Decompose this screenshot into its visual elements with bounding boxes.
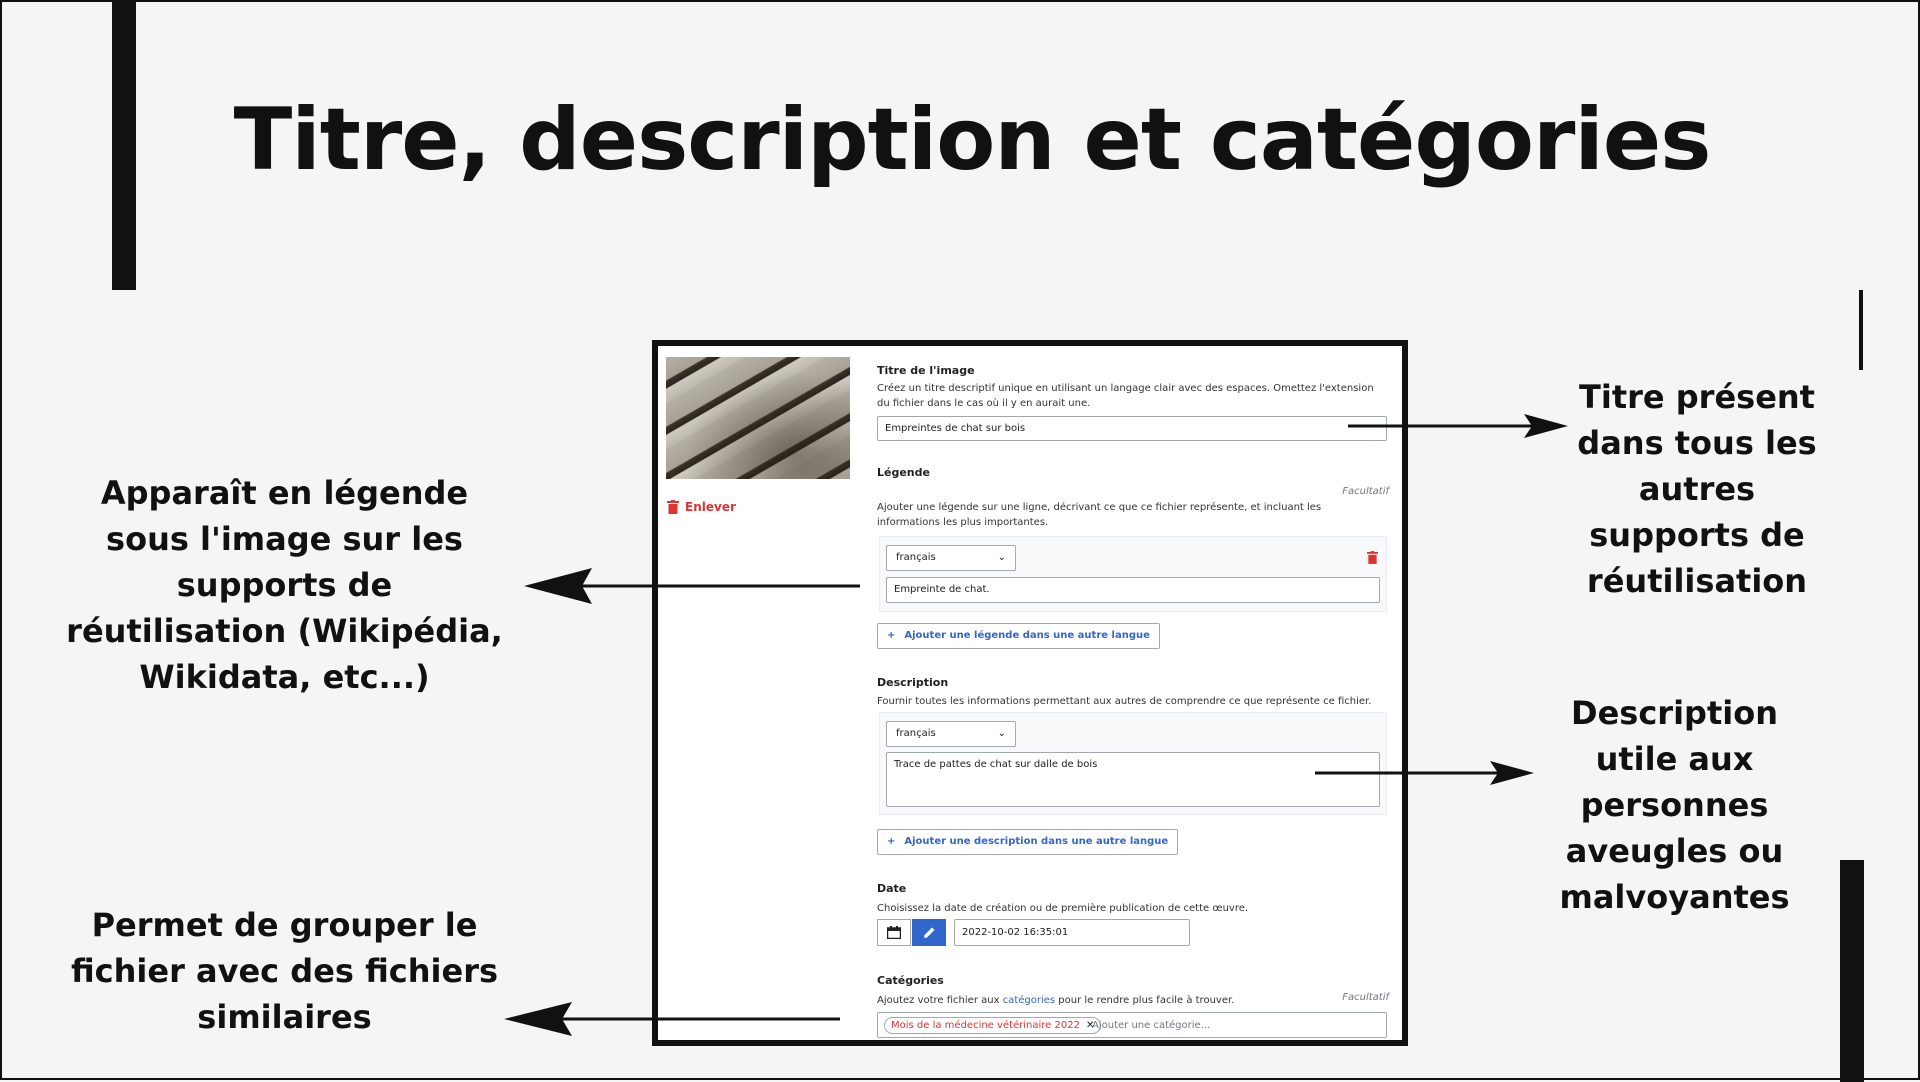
caption-input[interactable]: Empreinte de chat. [886,577,1380,603]
note-title: Titre présent dans tous les autres suppo… [1577,378,1817,600]
description-textarea[interactable]: Trace de pattes de chat sur dalle de boi… [886,752,1380,807]
add-description-button[interactable]: + Ajouter une description dans une autre… [877,829,1179,855]
category-chip: Mois de la médecine vétérinaire 2022 ✕ [884,1017,1102,1034]
chevron-down-icon: ⌄ [997,728,1006,739]
trash-icon [667,500,679,514]
add-caption-label: Ajouter une légende dans une autre langu… [904,630,1150,641]
pencil-icon [923,927,934,938]
description-panel: français ⌄ Trace de pattes de chat sur d… [879,712,1387,815]
caption-language-value: français [896,552,936,563]
decorative-bar-right [1859,290,1863,370]
description-language-value: français [896,728,936,739]
decorative-bar-bottom-right [1840,860,1864,1082]
trash-icon[interactable] [1367,551,1378,564]
description-help: Fournir toutes les informations permetta… [877,696,1372,707]
note-description: Description utile aux personnes aveugles… [1559,694,1790,916]
chevron-down-icon: ⌄ [997,552,1006,563]
slide-title: Titre, description et catégories [233,90,1712,190]
slide: Titre, description et catégories Apparaî… [0,0,1920,1082]
note-categories: Permet de grouper le fichier avec des fi… [70,906,499,1036]
title-input[interactable]: Empreintes de chat sur bois [877,416,1387,441]
form-screenshot: Enlever Titre de l'image Créez un titre … [652,340,1408,1046]
caption-panel: français ⌄ Empreinte de chat. [879,536,1387,612]
plus-icon: + [887,836,896,847]
description-label: Description [877,676,949,689]
categories-label: Catégories [877,974,944,987]
categories-help: Ajoutez votre fichier aux catégories pou… [877,993,1387,1008]
title-label: Titre de l'image [877,364,975,377]
categories-help-after: pour le rendre plus facile à trouver. [1055,995,1235,1006]
categories-input[interactable]: Mois de la médecine vétérinaire 2022 ✕ A… [877,1012,1387,1038]
caption-label: Légende [877,466,930,479]
calendar-icon [887,926,901,939]
add-description-label: Ajouter une description dans une autre l… [904,836,1169,847]
calendar-button[interactable] [877,919,911,946]
categories-help-link[interactable]: catégories [1003,995,1055,1006]
remove-label: Enlever [685,500,736,514]
manual-date-button[interactable] [912,919,946,946]
title-help: Créez un titre descriptif unique en util… [877,383,1374,409]
note-caption: Apparaît en légende sous l'image sur les… [66,474,503,696]
caption-optional: Facultatif [1342,486,1389,497]
image-thumbnail [666,357,850,479]
caption-help: Ajouter une légende sur une ligne, décri… [877,502,1322,528]
add-caption-button[interactable]: + Ajouter une légende dans une autre lan… [877,623,1160,649]
categories-help-before: Ajoutez votre fichier aux [877,995,1003,1006]
category-chip-label: Mois de la médecine vétérinaire 2022 [891,1020,1080,1031]
date-help: Choisissez la date de création ou de pre… [877,903,1249,914]
date-label: Date [877,882,907,895]
categories-placeholder: Ajouter une catégorie... [1092,1020,1211,1031]
plus-icon: + [887,630,896,641]
remove-button[interactable]: Enlever [667,500,736,514]
caption-language-select[interactable]: français ⌄ [886,545,1016,571]
description-language-select[interactable]: français ⌄ [886,721,1016,747]
date-input[interactable]: 2022-10-02 16:35:01 [954,919,1190,946]
